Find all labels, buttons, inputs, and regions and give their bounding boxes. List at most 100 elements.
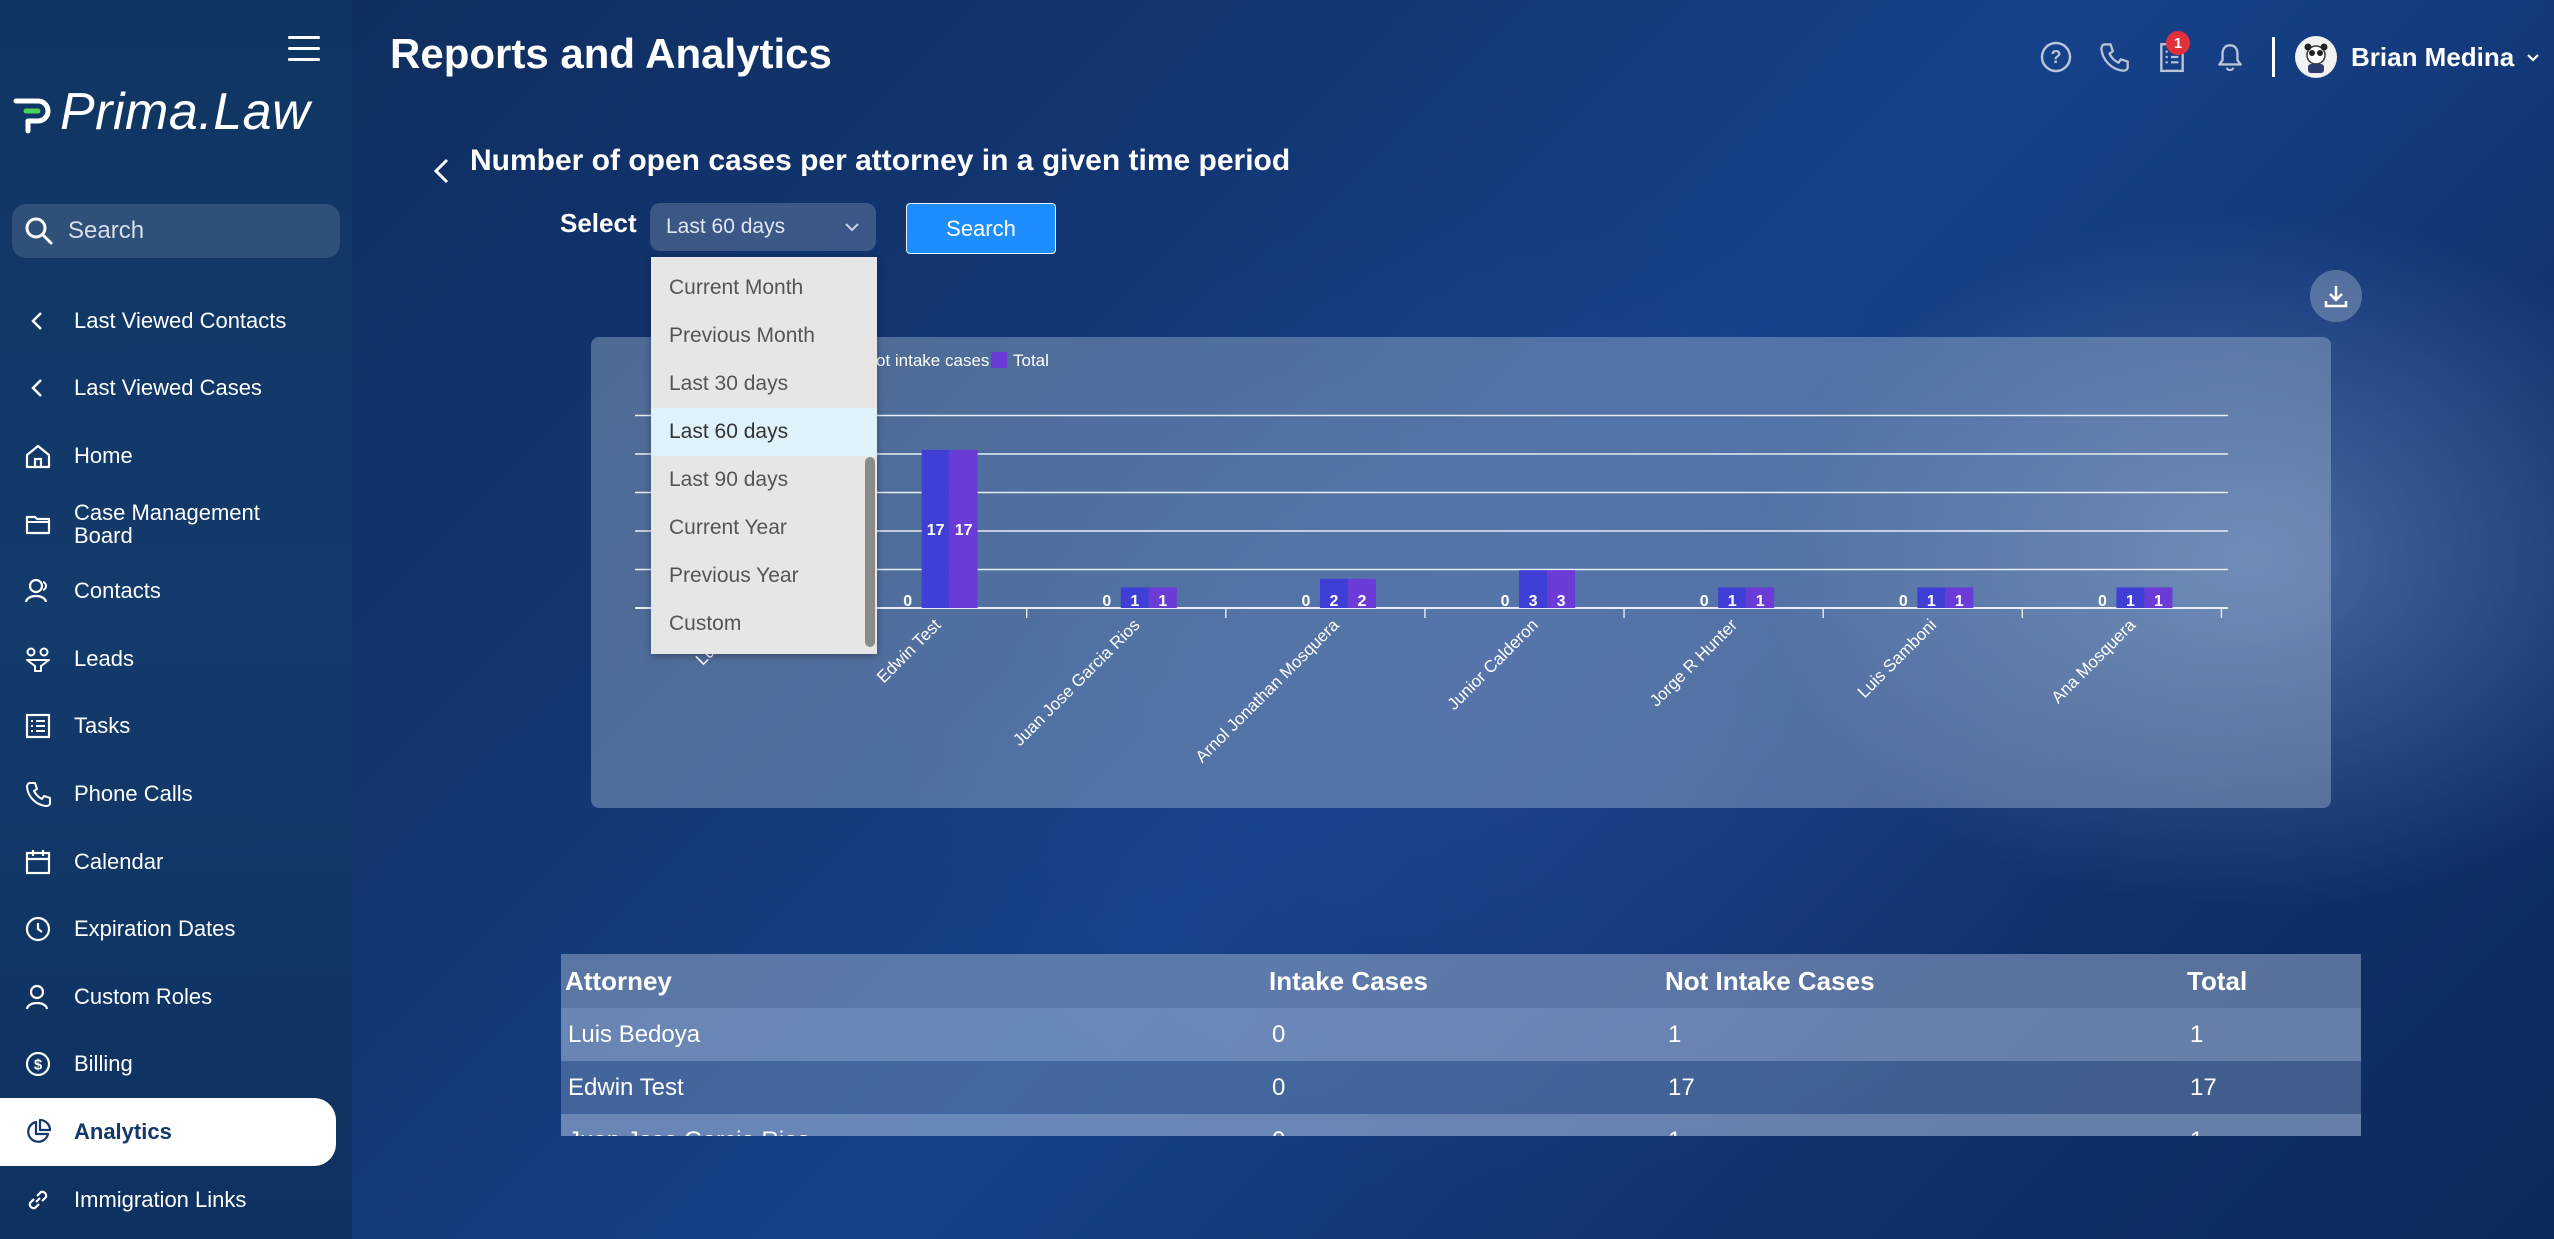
tick-label: Luis Samboni (1854, 615, 1940, 701)
sidebar-item-phone-calls[interactable]: Phone Calls (0, 760, 352, 828)
sidebar-item-label: Leads (74, 645, 134, 671)
sidebar-item-label: Tasks (74, 713, 131, 739)
sidebar-item-label: Custom Roles (74, 983, 213, 1009)
sidebar-item-immigration-links[interactable]: Immigration Links (0, 1166, 352, 1234)
data-label: 0 (1102, 593, 1111, 610)
data-label: 1 (1756, 593, 1765, 610)
tick-label: Ana Mosquera (2048, 615, 2140, 707)
period-select[interactable]: Last 60 days (650, 203, 876, 251)
cell-total: 17 (2183, 1061, 2361, 1114)
back-arrow-icon[interactable] (428, 154, 454, 188)
data-label: 0 (1501, 593, 1510, 610)
table-row[interactable]: Edwin Test 0 17 17 (561, 1061, 2361, 1114)
sidebar-item-label: Contacts (74, 578, 161, 604)
option-previous-year[interactable]: Previous Year (651, 552, 877, 600)
table-header-row: Attorney Intake Cases Not Intake Cases T… (561, 954, 2361, 1008)
option-last-30-days[interactable]: Last 30 days (651, 360, 877, 408)
dollar-icon: $ (22, 1048, 54, 1080)
sidebar-item-analytics[interactable]: Analytics (0, 1098, 336, 1166)
tick-label: Juan Jose Garcia Rios (1009, 615, 1143, 749)
sidebar-item-home[interactable]: Home (0, 422, 352, 490)
data-label: 3 (1557, 593, 1566, 610)
period-select-value: Last 60 days (666, 215, 786, 238)
column-header-attorney[interactable]: Attorney (561, 954, 1265, 1008)
option-custom[interactable]: Custom (651, 600, 877, 648)
chevron-left-icon (22, 372, 54, 404)
sidebar-item-contacts[interactable]: Contacts (0, 557, 352, 625)
sidebar-item-label: Case Management Board (74, 499, 260, 548)
data-label: 1 (2154, 593, 2163, 610)
select-label: Select (560, 208, 637, 238)
page-title: Reports and Analytics (390, 30, 832, 77)
phone-icon (22, 778, 54, 810)
cell-total: 1 (2183, 1114, 2361, 1136)
dropdown-scrollbar[interactable] (865, 457, 875, 647)
sidebar-item-last-viewed-cases[interactable]: Last Viewed Cases (0, 355, 352, 423)
avatar[interactable] (2295, 36, 2337, 78)
notification-badge: 1 (2166, 31, 2190, 55)
sidebar-search[interactable] (12, 204, 340, 258)
tick-label: Arnol Jonathan Mosquera (1192, 615, 1343, 766)
column-header-total[interactable]: Total (2183, 954, 2361, 1008)
sidebar-item-label: Phone Calls (74, 780, 193, 806)
cell-total: 1 (2183, 1008, 2361, 1061)
search-button[interactable]: Search (906, 203, 1056, 254)
sidebar-item-leads[interactable]: Leads (0, 625, 352, 693)
table-row[interactable]: Juan Jose Garcia Rios 0 1 1 (561, 1114, 2361, 1136)
legend-swatch (991, 352, 1007, 368)
logo-mark-icon (12, 89, 58, 135)
sidebar-item-expiration-dates[interactable]: Expiration Dates (0, 895, 352, 963)
user-name[interactable]: Brian Medina (2351, 42, 2514, 73)
chevron-down-icon[interactable] (2524, 48, 2542, 66)
sidebar-item-label: Calendar (74, 848, 164, 874)
help-icon[interactable]: ? (2036, 37, 2076, 77)
user-icon (22, 981, 54, 1013)
cell-not-intake: 1 (1661, 1008, 2183, 1061)
sidebar-item-tasks[interactable]: Tasks (0, 693, 352, 761)
data-label: 1 (1130, 593, 1139, 610)
data-label: 2 (1329, 593, 1338, 610)
option-last-60-days[interactable]: Last 60 days (651, 408, 877, 456)
sidebar-item-label: Immigration Links (74, 1186, 247, 1212)
sidebar-nav: Last Viewed Contacts Last Viewed Cases H… (0, 287, 352, 1233)
header-actions: ? 1 Brian Medina (2036, 31, 2542, 78)
download-button[interactable] (2310, 270, 2362, 322)
option-last-90-days[interactable]: Last 90 days (651, 456, 877, 504)
cell-attorney: Juan Jose Garcia Rios (561, 1114, 1265, 1136)
menu-toggle-icon[interactable] (288, 36, 320, 64)
sidebar-item-calendar[interactable]: Calendar (0, 828, 352, 896)
data-label: 3 (1529, 593, 1538, 610)
cell-attorney: Luis Bedoya (561, 1008, 1265, 1061)
column-header-not-intake-cases[interactable]: Not Intake Cases (1661, 954, 2183, 1008)
sidebar-item-last-viewed-contacts[interactable]: Last Viewed Contacts (0, 287, 352, 355)
sidebar-item-custom-roles[interactable]: Custom Roles (0, 963, 352, 1031)
option-current-year[interactable]: Current Year (651, 504, 877, 552)
sidebar-item-label: Last Viewed Cases (74, 375, 262, 401)
header-divider (2272, 37, 2275, 77)
clock-icon (22, 913, 54, 945)
bell-icon[interactable] (2210, 37, 2250, 77)
option-current-month[interactable]: Current Month (651, 264, 877, 312)
task-list-icon[interactable]: 1 (2152, 31, 2192, 77)
sidebar-item-label: Home (74, 442, 133, 468)
data-label: 2 (1357, 593, 1366, 610)
option-previous-month[interactable]: Previous Month (651, 312, 877, 360)
tick-label: Edwin Test (873, 615, 945, 687)
home-icon (22, 440, 54, 472)
cell-not-intake: 1 (1661, 1114, 2183, 1136)
column-header-intake-cases[interactable]: Intake Cases (1265, 954, 1661, 1008)
table-row[interactable]: Luis Bedoya 0 1 1 (561, 1008, 2361, 1061)
sidebar-item-label: Billing (74, 1051, 133, 1077)
sidebar-item-case-management-board[interactable]: Case Management Board (0, 490, 352, 558)
calendar-icon (22, 846, 54, 878)
sidebar-item-billing[interactable]: $ Billing (0, 1031, 352, 1099)
data-label: 1 (1158, 593, 1167, 610)
download-icon (2324, 286, 2348, 308)
sidebar: Prima.Law Last Viewed Contacts Last View… (0, 0, 352, 1239)
search-input[interactable] (66, 216, 330, 246)
results-table: Attorney Intake Cases Not Intake Cases T… (561, 954, 2361, 1136)
cell-attorney: Edwin Test (561, 1061, 1265, 1114)
phone-icon[interactable] (2094, 37, 2134, 77)
contacts-icon (22, 575, 54, 607)
sidebar-item-label: Last Viewed Contacts (74, 307, 287, 333)
